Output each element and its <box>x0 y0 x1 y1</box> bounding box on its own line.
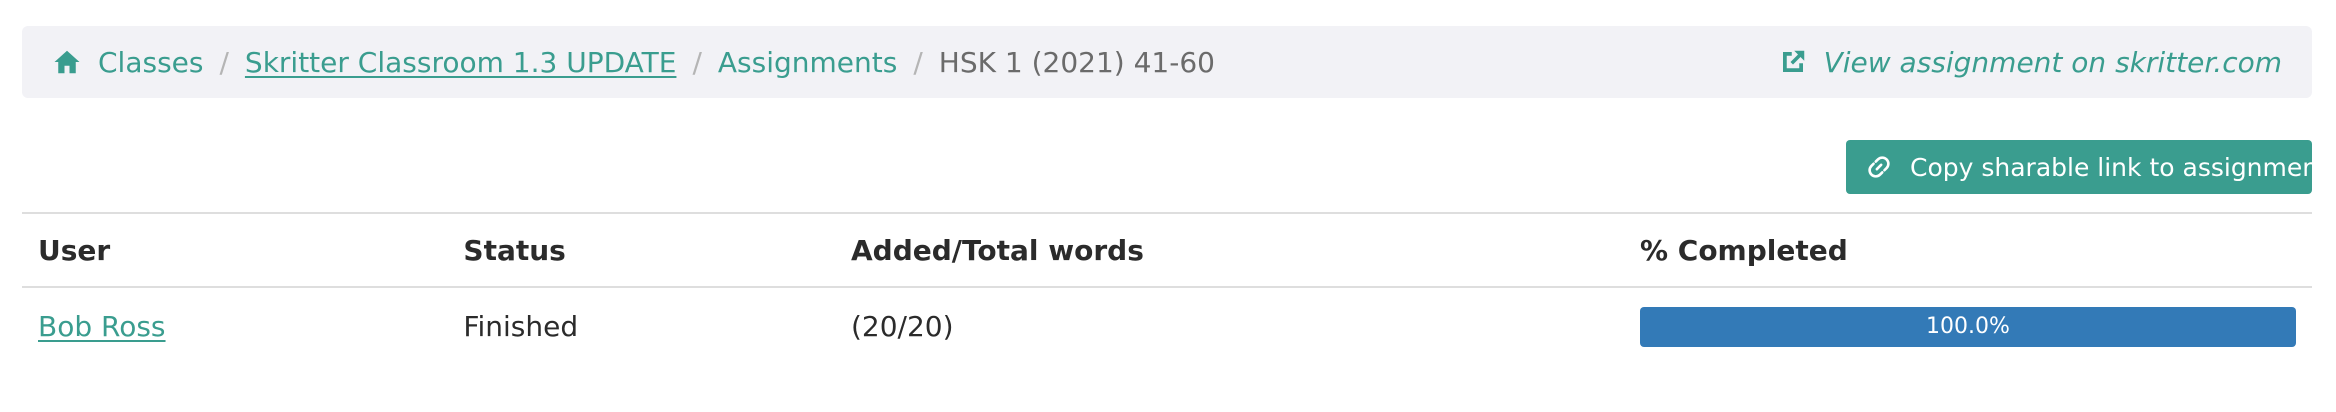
progress-bar: 100.0% <box>1639 306 2296 347</box>
column-header-user[interactable]: User <box>22 213 447 287</box>
breadcrumb: Classes / Skritter Classroom 1.3 UPDATE … <box>22 26 2312 98</box>
user-cell: Bob Ross <box>22 287 447 365</box>
breadcrumb-separator: / <box>692 45 702 79</box>
words-cell: (20/20) <box>850 310 954 343</box>
status-cell: Finished <box>463 310 579 343</box>
breadcrumb-separator: / <box>913 45 923 79</box>
copy-sharable-link-button[interactable]: Copy sharable link to assignment <box>1846 140 2328 194</box>
column-header-status[interactable]: Status <box>447 213 835 287</box>
column-header-words[interactable]: Added/Total words <box>835 213 1624 287</box>
user-link[interactable]: Bob Ross <box>38 310 166 343</box>
view-on-skritter-label: View assignment on skritter.com <box>1823 45 2282 79</box>
table-header: User Status Added/Total words % Complete… <box>22 213 2312 287</box>
table-row: Bob Ross Finished (20/20) 100.0% <box>22 287 2312 365</box>
assignment-progress-table: User Status Added/Total words % Complete… <box>22 212 2312 365</box>
home-icon[interactable] <box>52 47 82 77</box>
link-icon <box>1866 154 1892 180</box>
completed-cell: 100.0% <box>1624 287 2312 365</box>
copy-button-label: Copy sharable link to assignment <box>1910 152 2328 182</box>
breadcrumb-classes[interactable]: Classes <box>98 46 203 79</box>
view-on-skritter-link[interactable]: View assignment on skritter.com <box>1778 46 2282 79</box>
column-header-completed[interactable]: % Completed <box>1624 213 2312 287</box>
external-link-icon <box>1778 47 1808 77</box>
table-header-row: User Status Added/Total words % Complete… <box>22 213 2312 287</box>
progress-bar-fill: 100.0% <box>1639 306 2296 347</box>
breadcrumb-current-assignment: HSK 1 (2021) 41-60 <box>938 45 1215 79</box>
progress-label: 100.0% <box>1926 314 2010 339</box>
breadcrumb-class-name[interactable]: Skritter Classroom 1.3 UPDATE <box>245 46 677 79</box>
breadcrumb-assignments[interactable]: Assignments <box>718 46 897 79</box>
breadcrumb-separator: / <box>219 45 229 79</box>
